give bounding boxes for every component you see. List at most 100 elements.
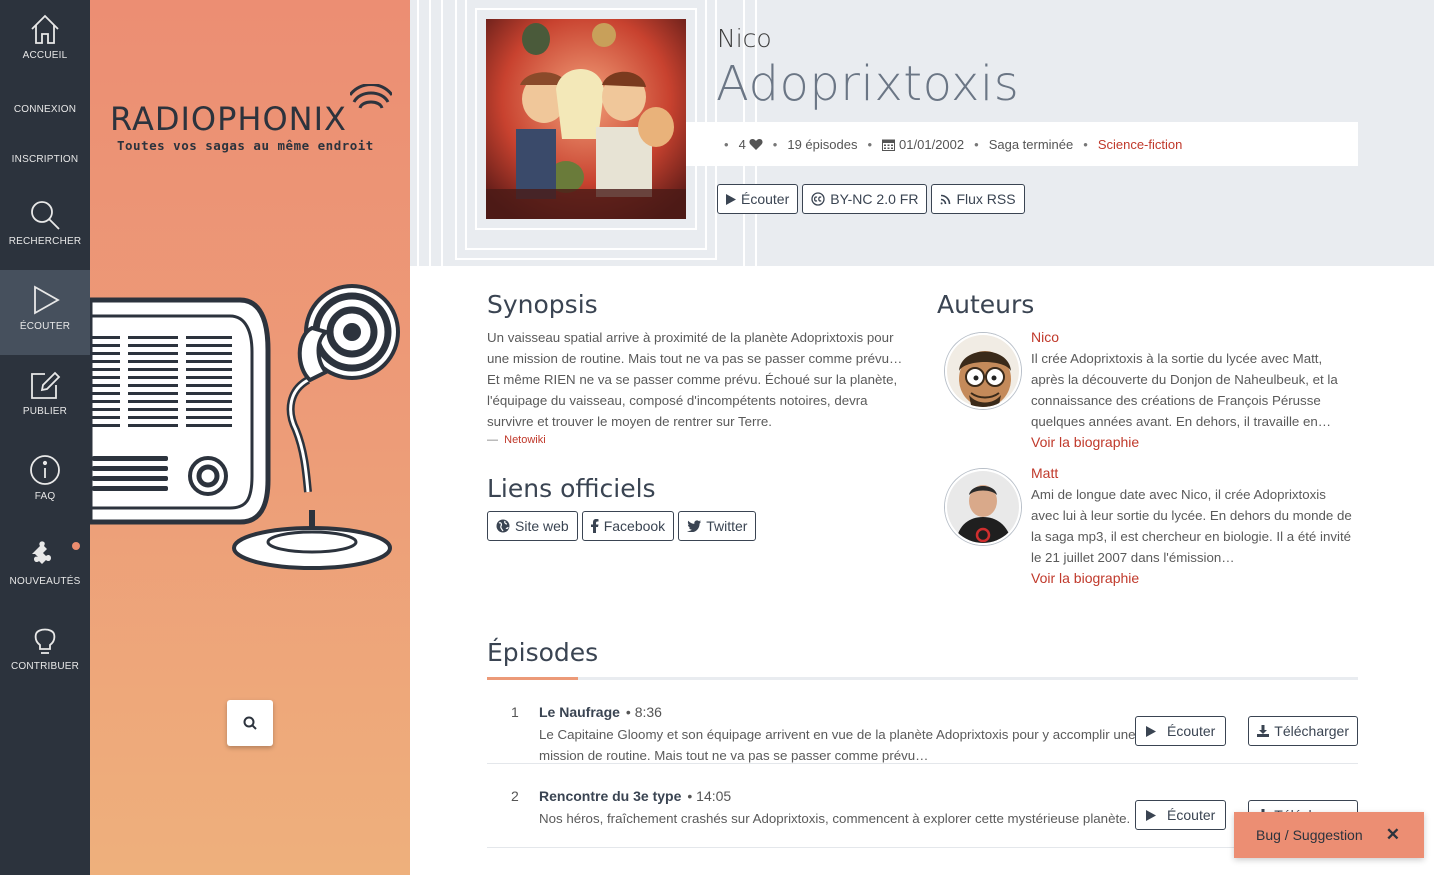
nav-item-publish[interactable]: PUBLIER bbox=[0, 368, 90, 417]
nav-item-contribute[interactable]: CONTRIBUER bbox=[0, 623, 90, 672]
site-tagline: Toutes vos sagas au même endroit bbox=[117, 138, 374, 153]
episode-listen-label: Écouter bbox=[1167, 807, 1216, 823]
facebook-icon bbox=[590, 519, 599, 533]
meta-separator: • bbox=[772, 137, 778, 152]
author-name-link[interactable]: Matt bbox=[1031, 463, 1357, 484]
synopsis-text: Un vaisseau spatial arrive à proximité d… bbox=[487, 330, 903, 429]
site-logo[interactable]: RADIOPHONIX bbox=[110, 100, 347, 138]
author-bio-link[interactable]: Voir la biographie bbox=[1031, 432, 1357, 453]
nav-item-register[interactable]: INSCRIPTION bbox=[0, 154, 90, 165]
saga-cover bbox=[486, 19, 686, 219]
creative-commons-icon bbox=[811, 192, 825, 206]
facebook-link-button[interactable]: Facebook bbox=[581, 511, 675, 541]
episode-row: 2 Rencontre du 3e type • 14:05 Nos héros,… bbox=[487, 764, 1358, 848]
nav-item-faq[interactable]: FAQ bbox=[0, 453, 90, 502]
license-button[interactable]: BY-NC 2.0 FR bbox=[802, 184, 928, 214]
play-icon bbox=[1146, 809, 1157, 821]
twitter-link-label: Twitter bbox=[706, 518, 748, 534]
saga-title: Adoprixtoxis bbox=[716, 56, 1020, 112]
episode-listen-button[interactable]: Écouter bbox=[1135, 800, 1227, 830]
episode-listen-button[interactable]: Écouter bbox=[1135, 716, 1227, 746]
search-icon bbox=[243, 716, 257, 730]
nav-label: INSCRIPTION bbox=[11, 154, 79, 165]
episode-download-button[interactable]: Télécharger bbox=[1248, 716, 1358, 746]
bug-suggestion-button[interactable]: Bug / Suggestion ✕ bbox=[1234, 812, 1424, 858]
search-icon bbox=[31, 201, 60, 230]
facebook-link-label: Facebook bbox=[603, 518, 666, 534]
author-body: Nico Il crée Adoprixtoxis à la sortie du… bbox=[1031, 327, 1357, 453]
nav-label: ACCUEIL bbox=[22, 50, 68, 61]
listen-button-label: Écouter bbox=[741, 191, 790, 207]
info-icon bbox=[30, 455, 60, 485]
play-icon bbox=[726, 193, 736, 205]
nav-label: NOUVEAUTÉS bbox=[9, 576, 81, 587]
episodes-section: Épisodes 1 Le Naufrage • 8:36 Le Capitain… bbox=[487, 638, 1358, 848]
saga-author[interactable]: Nico bbox=[717, 24, 772, 53]
bug-suggestion-label: Bug / Suggestion bbox=[1256, 827, 1363, 843]
saga-genre-link[interactable]: Science-fiction bbox=[1098, 137, 1183, 152]
play-icon bbox=[1146, 725, 1157, 737]
author-avatar-image bbox=[947, 471, 1019, 543]
author-avatar-image bbox=[947, 335, 1019, 407]
episode-row: 1 Le Naufrage • 8:36 Le Capitaine Gloomy … bbox=[487, 680, 1358, 764]
rss-icon bbox=[941, 194, 951, 204]
nav-item-login[interactable]: CONNEXION bbox=[0, 104, 90, 115]
official-links-section: Liens officiels Site web Facebook Twitte… bbox=[487, 474, 757, 541]
twitter-icon bbox=[687, 520, 702, 532]
rss-button-label: Flux RSS bbox=[956, 191, 1016, 207]
meta-separator: • bbox=[974, 137, 979, 152]
nav-label: RECHERCHER bbox=[8, 236, 82, 247]
nav-label: PUBLIER bbox=[22, 406, 68, 417]
authors-heading: Auteurs bbox=[937, 290, 1035, 319]
brand-panel: RADIOPHONIX Toutes vos sagas au même end… bbox=[90, 0, 410, 875]
author-name-link[interactable]: Nico bbox=[1031, 327, 1357, 348]
saga-actions: Écouter BY-NC 2.0 FR Flux RSS bbox=[717, 184, 1025, 214]
nav-item-listen[interactable]: ÉCOUTER bbox=[0, 270, 90, 355]
panel-search-button[interactable] bbox=[227, 700, 273, 746]
episode-description: Le Capitaine Gloomy et son équipage arri… bbox=[539, 727, 1136, 763]
author-bio-link[interactable]: Voir la biographie bbox=[1031, 568, 1357, 589]
rss-button[interactable]: Flux RSS bbox=[931, 184, 1025, 214]
license-button-label: BY-NC 2.0 FR bbox=[830, 191, 919, 207]
episode-description: Nos héros, fraîchement crashés sur Adopr… bbox=[539, 811, 1131, 826]
website-link-label: Site web bbox=[515, 518, 569, 534]
nav-label: CONNEXION bbox=[13, 104, 77, 115]
close-icon[interactable]: ✕ bbox=[1386, 825, 1400, 845]
episode-duration: • 14:05 bbox=[687, 788, 732, 804]
synopsis-section: Synopsis Un vaisseau spatial arrive à pr… bbox=[487, 290, 917, 446]
meta-separator: • bbox=[1083, 137, 1088, 152]
source-link[interactable]: Netowiki bbox=[504, 434, 546, 446]
episode-title-text: Rencontre du 3e type bbox=[539, 788, 682, 804]
saga-date: 01/01/2002 bbox=[899, 137, 965, 152]
episodes-count: 19 épisodes bbox=[787, 137, 858, 152]
news-badge bbox=[72, 542, 80, 550]
source-dash: — bbox=[487, 434, 498, 446]
edit-icon bbox=[31, 371, 61, 399]
radio-waves-logo-icon bbox=[350, 84, 392, 109]
episode-number: 2 bbox=[511, 788, 519, 804]
episode-title[interactable]: Rencontre du 3e type • 14:05 bbox=[539, 788, 731, 804]
episodes-heading: Épisodes bbox=[487, 638, 599, 667]
listen-button[interactable]: Écouter bbox=[717, 184, 799, 214]
nav-label: FAQ bbox=[34, 491, 56, 502]
globe-icon bbox=[496, 519, 510, 533]
episode-duration: • 8:36 bbox=[625, 704, 662, 720]
synopsis-heading: Synopsis bbox=[487, 290, 598, 319]
authors-section: Auteurs Nico Il crée Adoprixtoxis à la s… bbox=[937, 290, 1357, 589]
episode-listen-label: Écouter bbox=[1167, 723, 1216, 739]
lightbulb-icon bbox=[34, 628, 56, 654]
avatar[interactable] bbox=[945, 469, 1021, 545]
episode-title[interactable]: Le Naufrage • 8:36 bbox=[539, 704, 662, 720]
author-card: Matt Ami de longue date avec Nico, il cr… bbox=[937, 463, 1357, 589]
website-link-button[interactable]: Site web bbox=[487, 511, 578, 541]
episode-title-text: Le Naufrage bbox=[539, 704, 620, 720]
calendar-icon bbox=[882, 139, 896, 151]
nav-item-search[interactable]: RECHERCHER bbox=[0, 198, 90, 247]
saga-meta: • 4 • 19 épisodes • 01/01/2002 • Saga te… bbox=[724, 137, 1182, 152]
nav-item-home[interactable]: ACCUEIL bbox=[0, 12, 90, 61]
heart-icon[interactable] bbox=[749, 138, 763, 151]
avatar[interactable] bbox=[945, 333, 1021, 409]
twitter-link-button[interactable]: Twitter bbox=[678, 511, 757, 541]
author-bio: Il crée Adoprixtoxis à la sortie du lycé… bbox=[1031, 351, 1338, 429]
author-card: Nico Il crée Adoprixtoxis à la sortie du… bbox=[937, 327, 1357, 453]
